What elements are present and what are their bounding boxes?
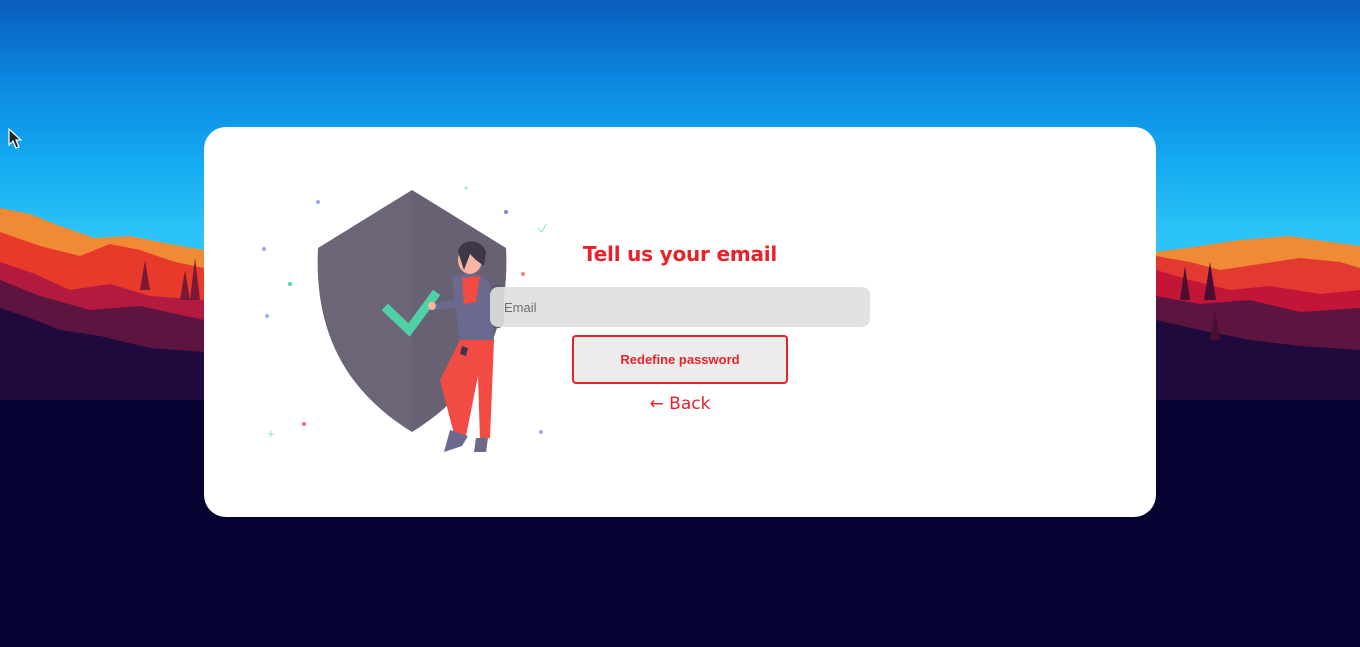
- back-link[interactable]: ← Back: [580, 394, 780, 414]
- email-input[interactable]: [490, 287, 870, 327]
- redefine-password-button[interactable]: Redefine password: [572, 335, 788, 384]
- form-title: Tell us your email: [582, 242, 778, 266]
- mouse-pointer-icon: [8, 128, 22, 149]
